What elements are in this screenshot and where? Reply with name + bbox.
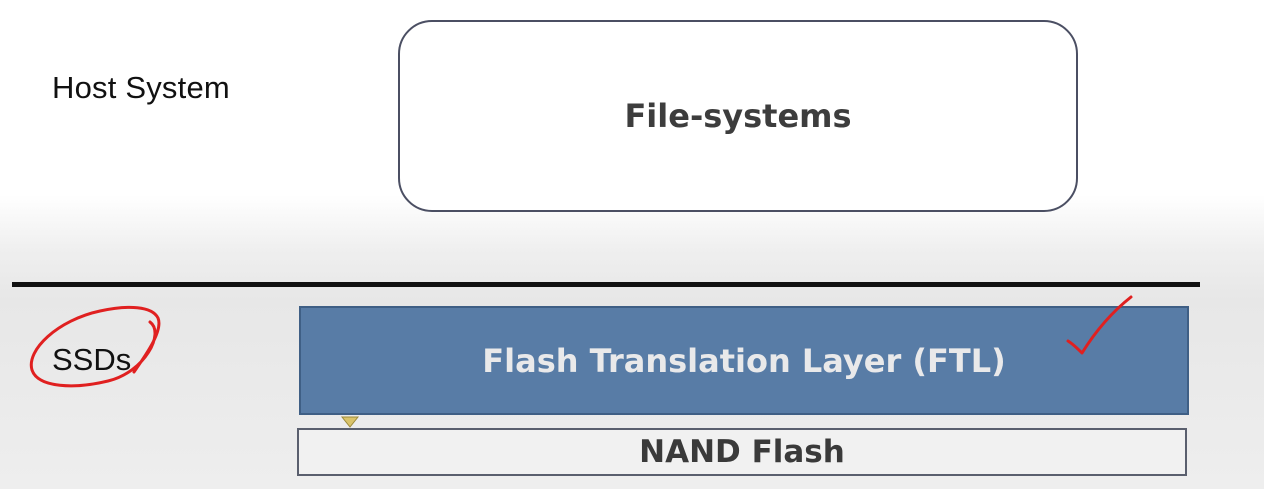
triangle-pointer-icon <box>340 416 360 428</box>
host-ssd-divider <box>12 282 1200 287</box>
ftl-label: Flash Translation Layer (FTL) <box>482 341 1006 380</box>
file-systems-box: File-systems <box>398 20 1078 212</box>
host-system-label: Host System <box>52 70 230 105</box>
nand-flash-label: NAND Flash <box>639 434 845 470</box>
ftl-box: Flash Translation Layer (FTL) <box>299 306 1189 415</box>
nand-flash-box: NAND Flash <box>297 428 1187 476</box>
file-systems-label: File-systems <box>624 97 852 135</box>
ssds-label: SSDs <box>52 342 132 377</box>
